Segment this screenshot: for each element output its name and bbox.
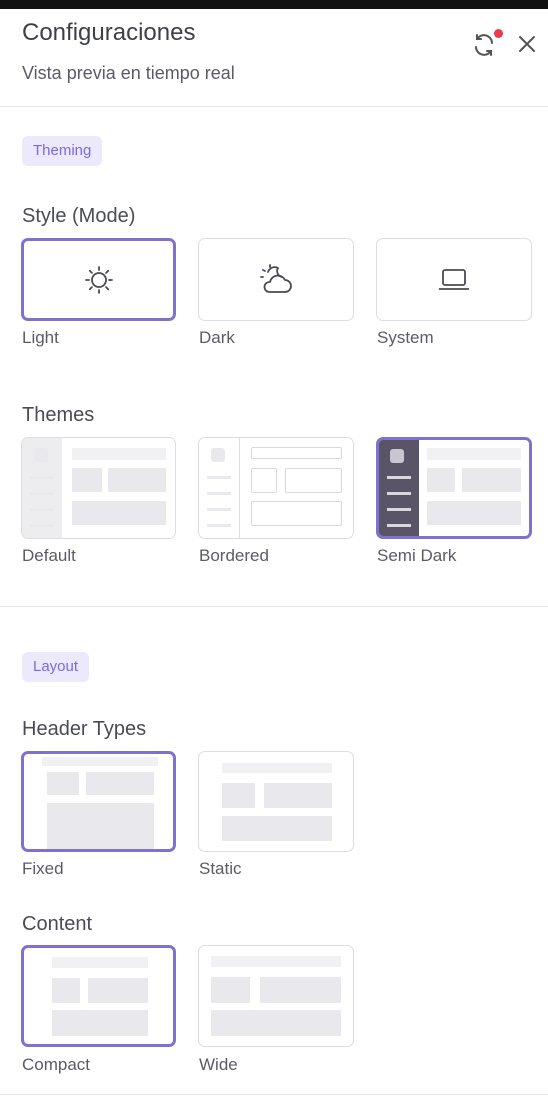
thumb-menu-line (30, 476, 54, 479)
content-compact-option[interactable] (21, 945, 176, 1047)
thumb-menu-line (30, 524, 54, 527)
header-static-option[interactable] (198, 751, 354, 852)
thumb-block (264, 783, 332, 808)
page-subtitle: Vista previa en tiempo real (22, 63, 235, 83)
thumb-block (211, 1010, 341, 1036)
style-light-label: Light (22, 328, 59, 347)
style-system-option[interactable] (376, 238, 532, 321)
header-static-label: Static (199, 859, 242, 878)
thumb-menu-line (30, 492, 54, 495)
settings-header: Configuraciones Vista previa en tiempo r… (0, 9, 548, 107)
thumb-logo (34, 448, 48, 462)
close-icon[interactable] (514, 31, 542, 59)
content-wide-label: Wide (199, 1055, 238, 1074)
theme-default-label: Default (22, 546, 76, 565)
thumb-block (285, 468, 342, 493)
layout-chip: Layout (22, 652, 90, 682)
thumb-navbar (52, 957, 148, 968)
thumb-navbar (427, 448, 521, 460)
header-types-label: Header Types (22, 718, 147, 740)
thumb-block (251, 468, 277, 493)
style-mode-label: Style (Mode) (22, 205, 136, 227)
thumb-menu-line (387, 508, 411, 511)
section-divider (0, 606, 548, 607)
thumb-menu-line (207, 476, 231, 479)
thumb-logo (211, 448, 225, 462)
notification-dot (494, 29, 503, 38)
thumb-menu-line (30, 508, 54, 511)
thumb-block (52, 978, 80, 1003)
header-fixed-label: Fixed (22, 859, 64, 878)
thumb-block (222, 816, 332, 841)
thumb-block (88, 978, 148, 1003)
thumb-block (260, 977, 341, 1003)
thumb-navbar (222, 763, 332, 773)
thumb-menu-line (387, 524, 411, 527)
thumb-block (427, 468, 455, 492)
thumb-logo (390, 449, 404, 463)
thumb-block (72, 501, 166, 525)
theme-semi-dark-label: Semi Dark (377, 546, 457, 565)
thumb-navbar (42, 757, 158, 766)
theme-default-option[interactable] (21, 437, 176, 539)
sun-icon (84, 265, 113, 294)
thumb-block (251, 501, 342, 526)
thumb-menu-line (387, 476, 411, 479)
thumb-block (72, 468, 102, 492)
theme-bordered-option[interactable] (198, 437, 354, 539)
thumb-block (211, 977, 250, 1003)
thumb-menu-line (207, 524, 231, 527)
laptop-icon (439, 268, 469, 290)
thumb-menu-line (207, 508, 231, 511)
theme-semi-dark-option[interactable] (376, 437, 532, 539)
thumb-navbar (211, 956, 341, 967)
thumb-block (47, 803, 154, 849)
style-light-option[interactable] (21, 238, 176, 321)
content-wide-option[interactable] (198, 945, 354, 1047)
theming-chip: Theming (22, 136, 103, 166)
thumb-navbar (72, 448, 166, 460)
header-fixed-option[interactable] (21, 751, 176, 852)
thumb-block (462, 468, 521, 492)
thumb-block (108, 468, 166, 492)
bottom-divider (0, 1094, 548, 1095)
thumb-menu-line (207, 492, 231, 495)
themes-label: Themes (22, 404, 95, 426)
thumb-sidebar-border (239, 438, 240, 538)
thumb-block (222, 783, 255, 808)
style-dark-option[interactable] (198, 238, 354, 321)
thumb-menu-line (387, 492, 411, 495)
thumb-block (52, 1010, 148, 1036)
window-top-edge (0, 0, 548, 9)
style-system-label: System (377, 328, 434, 347)
thumb-block (47, 772, 79, 795)
style-dark-label: Dark (199, 328, 235, 347)
content-label: Content (22, 913, 93, 935)
thumb-navbar (251, 447, 342, 459)
thumb-block (427, 501, 521, 525)
page-title: Configuraciones (22, 19, 196, 46)
content-compact-label: Compact (22, 1055, 91, 1074)
cloud-moon-icon (260, 263, 292, 293)
theme-bordered-label: Bordered (199, 546, 269, 565)
thumb-block (86, 772, 154, 795)
